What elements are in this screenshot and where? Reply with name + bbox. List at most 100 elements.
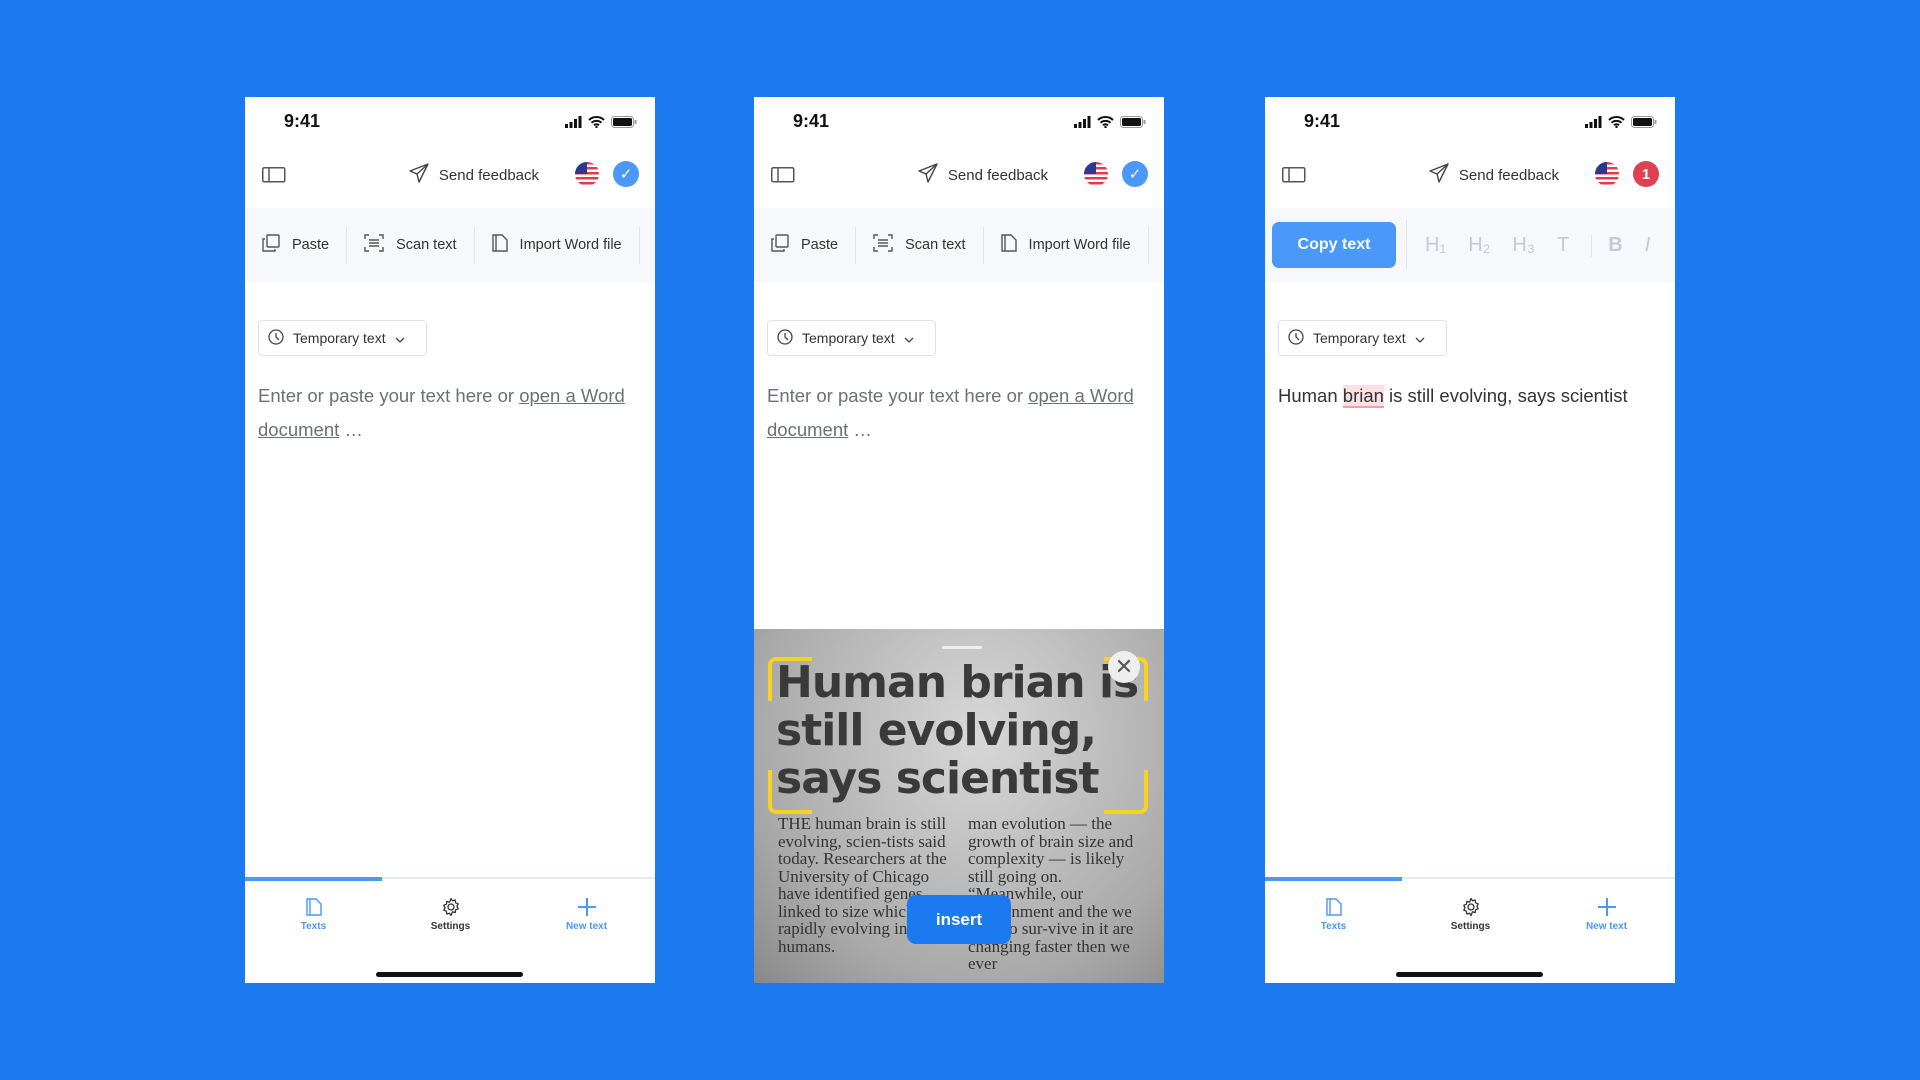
tab-settings[interactable]: Settings — [1402, 895, 1539, 932]
send-feedback-label: Send feedback — [947, 166, 1048, 184]
tab-label: New text — [565, 921, 608, 932]
wifi-icon — [1608, 115, 1625, 133]
gear-icon — [1461, 897, 1481, 920]
toolbar: Paste Scan text Import Word file — [245, 208, 655, 282]
format-button-3[interactable]: T — [1557, 234, 1569, 257]
send-feedback-button[interactable]: Send feedback — [918, 163, 1048, 187]
send-feedback-label: Send feedback — [438, 166, 539, 184]
sidebar-toggle-button[interactable] — [262, 167, 286, 188]
format-button-2[interactable]: H₃ — [1512, 234, 1535, 257]
active-tab-indicator — [245, 877, 382, 881]
error-count-badge[interactable]: 1 — [1633, 161, 1659, 187]
battery-icon — [1631, 115, 1657, 133]
text-editor[interactable]: Enter or paste your text here or open a … — [767, 379, 1144, 447]
spelling-error[interactable]: brian — [1342, 385, 1384, 408]
scan-text-button[interactable]: Scan text — [856, 226, 984, 264]
status-time: 9:41 — [1304, 111, 1341, 131]
chevron-down-icon — [1415, 330, 1425, 346]
tab-texts[interactable]: Texts — [1265, 895, 1402, 932]
import-word-button[interactable]: Import Word file — [475, 226, 640, 264]
chevron-down-icon — [395, 330, 405, 346]
send-icon — [918, 163, 938, 187]
article-column: THE human brain is still evolving, scien… — [778, 814, 947, 956]
placeholder-text: Enter or paste your text here or — [258, 385, 520, 406]
import-label: Import Word file — [519, 237, 622, 253]
signal-icon — [1074, 115, 1091, 133]
sidebar-toggle-button[interactable] — [771, 167, 795, 188]
send-icon — [1429, 163, 1449, 187]
check-badge[interactable]: ✓ — [1122, 161, 1148, 187]
toolbar: Copy text H₁ H₂ H₃ T B I — [1265, 208, 1675, 282]
tab-new-text[interactable]: New text — [518, 895, 655, 932]
clock-icon — [777, 328, 793, 348]
gear-icon — [441, 897, 461, 920]
format-button-4[interactable]: B — [1591, 233, 1623, 257]
home-indicator — [1396, 972, 1543, 977]
headline-line: still evolving, — [776, 705, 1097, 756]
clock-icon — [1288, 328, 1304, 348]
headline-line: says scientist — [776, 753, 1100, 804]
send-feedback-button[interactable]: Send feedback — [409, 163, 539, 187]
content-text: Human — [1278, 385, 1343, 406]
ellipsis: … — [339, 419, 363, 440]
text-type-dropdown[interactable]: Temporary text — [258, 320, 427, 356]
paste-label: Paste — [292, 237, 330, 253]
sidebar-toggle-button[interactable] — [1282, 167, 1306, 188]
tab-settings[interactable]: Settings — [382, 895, 519, 932]
scan-text-button[interactable]: Scan text — [347, 226, 475, 264]
content-text: is still evolving, says scientist — [1383, 385, 1628, 406]
paste-label: Paste — [801, 237, 839, 253]
scan-frame-corner — [1104, 770, 1148, 814]
status-time: 9:41 — [793, 111, 830, 131]
import-label: Import Word file — [1028, 237, 1131, 253]
tab-texts[interactable]: Texts — [245, 895, 382, 932]
check-badge[interactable]: ✓ — [613, 161, 639, 187]
phone-screen-3: 9:41 Send feedback 1 Copy text H₁ H₂ H₃ T B I… — [1265, 97, 1675, 983]
tab-label: New text — [1585, 921, 1628, 932]
tab-label: Settings — [430, 921, 471, 932]
tab-label: Settings — [1450, 921, 1491, 932]
dropdown-value: Temporary text — [1313, 330, 1406, 346]
sheet-grabber[interactable] — [942, 646, 982, 649]
home-indicator — [376, 972, 523, 977]
format-button-5[interactable]: I — [1645, 234, 1651, 257]
wifi-icon — [1097, 115, 1114, 133]
signal-icon — [1585, 115, 1602, 133]
tab-label: Texts — [1320, 921, 1347, 932]
insert-button[interactable]: insert — [907, 895, 1011, 944]
paste-icon — [262, 234, 280, 256]
send-feedback-button[interactable]: Send feedback — [1429, 163, 1559, 187]
language-flag-us-icon[interactable] — [575, 162, 599, 186]
plus-icon — [1597, 897, 1616, 919]
language-flag-us-icon[interactable] — [1595, 162, 1619, 186]
signal-icon — [565, 115, 582, 133]
text-editor[interactable]: Human brian is still evolving, says scie… — [1278, 379, 1655, 413]
close-icon[interactable]: ✕ — [1108, 651, 1140, 683]
text-type-dropdown[interactable]: Temporary text — [767, 320, 936, 356]
import-word-button[interactable]: Import Word file — [984, 226, 1149, 264]
language-flag-us-icon[interactable] — [1084, 162, 1108, 186]
scan-icon — [364, 234, 384, 256]
scan-label: Scan text — [905, 237, 966, 253]
clock-icon — [268, 328, 284, 348]
chevron-down-icon — [904, 330, 914, 346]
plus-icon — [577, 897, 596, 919]
dropdown-value: Temporary text — [293, 330, 386, 346]
tab-new-text[interactable]: New text — [1538, 895, 1675, 932]
copy-text-button[interactable]: Copy text — [1272, 222, 1396, 268]
paste-button[interactable]: Paste — [754, 226, 857, 264]
text-type-dropdown[interactable]: Temporary text — [1278, 320, 1447, 356]
texts-icon — [305, 897, 322, 919]
status-time: 9:41 — [284, 111, 321, 131]
file-icon — [1000, 234, 1017, 256]
send-icon — [409, 163, 429, 187]
status-bar: 9:41 — [754, 97, 1164, 147]
text-editor[interactable]: Enter or paste your text here or open a … — [258, 379, 635, 447]
paste-button[interactable]: Paste — [245, 226, 348, 264]
format-button-1[interactable]: H₂ — [1468, 234, 1490, 257]
scan-icon — [873, 234, 893, 256]
send-feedback-label: Send feedback — [1458, 166, 1559, 184]
wifi-icon — [588, 115, 605, 133]
header: Send feedback ✓ — [245, 159, 655, 191]
format-button-0[interactable]: H₁ — [1425, 234, 1446, 257]
